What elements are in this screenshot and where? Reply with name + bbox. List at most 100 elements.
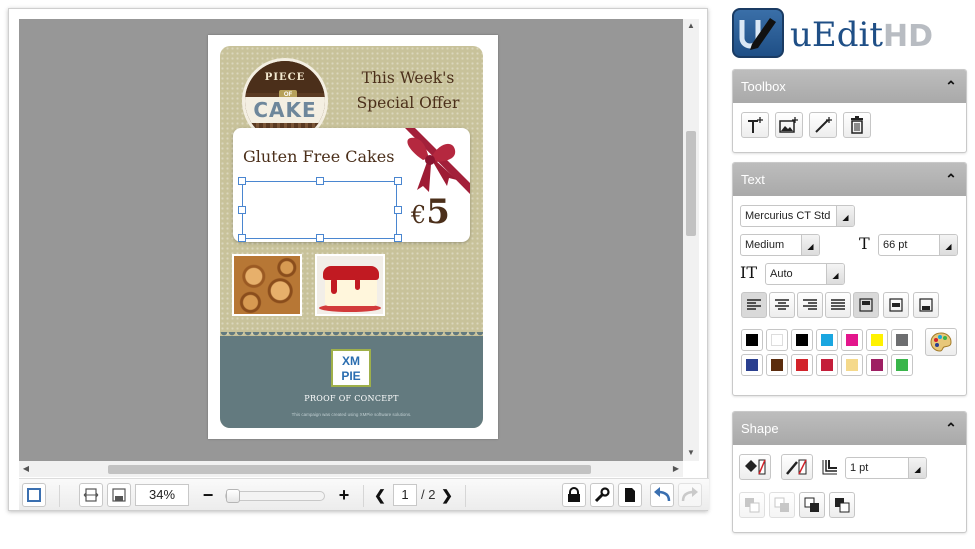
canvas-viewport[interactable]: PIECE OF CAKE This Week's Special Offer … [19, 19, 683, 461]
color-swatch[interactable] [891, 354, 913, 376]
resize-handle[interactable] [238, 206, 246, 214]
selection-frame[interactable] [238, 177, 402, 242]
product-name-text[interactable]: Gluten Free Cakes [243, 147, 413, 166]
fit-height-button[interactable] [107, 483, 131, 507]
align-right-button[interactable] [797, 292, 823, 318]
vertical-scrollbar[interactable]: ▲ ▼ [683, 19, 699, 461]
fit-page-icon [27, 488, 41, 502]
paint-bucket-icon [745, 459, 766, 475]
font-family-select[interactable]: Mercurius CT Std ◢ [740, 205, 855, 227]
brand-suffix: HD [883, 19, 934, 54]
vertical-scroll-thumb[interactable] [686, 131, 696, 236]
horizontal-scrollbar[interactable]: ◀ ▶ [19, 461, 683, 477]
offer-line-1: This Week's [361, 69, 455, 87]
scroll-right-arrow-icon[interactable]: ▶ [669, 461, 683, 477]
proof-of-concept-text[interactable]: PROOF OF CONCEPT [220, 394, 483, 403]
small-print-text[interactable]: This campaign was created using XMPie so… [220, 412, 483, 417]
fit-width-button[interactable] [79, 483, 103, 507]
fill-color-button[interactable] [739, 454, 771, 480]
font-weight-select[interactable]: Medium ◢ [740, 234, 820, 256]
add-text-button[interactable] [741, 112, 769, 138]
color-swatch[interactable] [791, 329, 813, 351]
price-text[interactable]: €5 [411, 192, 450, 232]
leading-value: Auto [770, 268, 793, 280]
valign-middle-button[interactable] [883, 292, 909, 318]
stroke-width-select[interactable]: 1 pt ◢ [845, 457, 927, 479]
color-swatch[interactable] [866, 329, 888, 351]
zoom-in-button[interactable]: + [335, 484, 353, 506]
zoom-slider-knob[interactable] [226, 489, 240, 503]
xmpie-logo-line2: PIE [341, 369, 361, 383]
color-swatch[interactable] [841, 329, 863, 351]
add-line-button[interactable] [809, 112, 837, 138]
zoom-level-field[interactable]: 34% [135, 484, 189, 506]
previous-page-button[interactable]: ❮ [373, 484, 387, 506]
settings-button[interactable] [590, 483, 614, 507]
lock-button[interactable] [562, 483, 586, 507]
scroll-down-arrow-icon[interactable]: ▼ [683, 446, 699, 460]
color-swatch[interactable] [791, 354, 813, 376]
color-swatch[interactable] [741, 329, 763, 351]
cinnamon-rolls-photo[interactable] [232, 254, 302, 316]
align-left-button[interactable] [741, 292, 767, 318]
color-swatch[interactable] [841, 354, 863, 376]
color-swatch[interactable] [891, 329, 913, 351]
bring-to-front-button[interactable] [739, 492, 765, 518]
horizontal-scroll-thumb[interactable] [108, 465, 591, 474]
color-swatch[interactable] [766, 354, 788, 376]
color-picker-button[interactable] [925, 328, 957, 356]
valign-middle-icon [889, 298, 903, 312]
cheesecake-photo[interactable] [315, 254, 385, 316]
font-size-select[interactable]: 66 pt ◢ [878, 234, 958, 256]
redo-button[interactable] [678, 483, 702, 507]
shape-panel-header[interactable]: Shape ⌃ [733, 412, 966, 445]
next-page-button[interactable]: ❯ [440, 484, 454, 506]
page-number-field[interactable]: 1 [393, 484, 417, 506]
resize-handle[interactable] [394, 234, 402, 242]
zoom-out-button[interactable]: − [199, 484, 217, 506]
toolbox-panel-title: Toolbox [741, 79, 786, 94]
color-swatch[interactable] [766, 329, 788, 351]
fit-page-button[interactable] [22, 483, 46, 507]
stroke-width-icon [822, 460, 837, 475]
add-image-button[interactable] [775, 112, 803, 138]
resize-handle[interactable] [316, 177, 324, 185]
undo-button[interactable] [650, 483, 674, 507]
resize-handle[interactable] [238, 234, 246, 242]
redo-icon [681, 487, 698, 502]
resize-handle[interactable] [238, 177, 246, 185]
offer-headline[interactable]: This Week's Special Offer [338, 66, 478, 116]
undo-icon [654, 487, 671, 502]
delete-button[interactable] [843, 112, 871, 138]
justify-button[interactable] [825, 292, 851, 318]
stroke-color-button[interactable] [781, 454, 813, 480]
bring-forward-button[interactable] [769, 492, 795, 518]
resize-handle[interactable] [394, 206, 402, 214]
document-button[interactable] [618, 483, 642, 507]
collapse-icon[interactable]: ⌃ [944, 163, 958, 196]
chevron-down-icon: ◢ [939, 235, 957, 255]
color-swatch[interactable] [816, 329, 838, 351]
valign-bottom-button[interactable] [913, 292, 939, 318]
color-swatch[interactable] [816, 354, 838, 376]
color-swatch[interactable] [741, 354, 763, 376]
swatch-fill [846, 334, 858, 346]
send-to-back-button[interactable] [829, 492, 855, 518]
zoom-slider[interactable] [225, 489, 325, 503]
collapse-icon[interactable]: ⌃ [944, 70, 958, 103]
resize-handle[interactable] [394, 177, 402, 185]
offer-line-2: Special Offer [356, 94, 460, 112]
scroll-left-arrow-icon[interactable]: ◀ [19, 461, 33, 477]
valign-top-button[interactable] [853, 292, 879, 318]
resize-handle[interactable] [316, 234, 324, 242]
align-center-button[interactable] [769, 292, 795, 318]
leading-select[interactable]: Auto ◢ [765, 263, 845, 285]
collapse-icon[interactable]: ⌃ [944, 412, 958, 445]
toolbox-panel-header[interactable]: Toolbox ⌃ [733, 70, 966, 103]
send-backward-button[interactable] [799, 492, 825, 518]
text-panel-header[interactable]: Text ⌃ [733, 163, 966, 196]
scroll-up-arrow-icon[interactable]: ▲ [683, 19, 699, 33]
chevron-down-icon: ◢ [908, 458, 926, 478]
text-panel-title: Text [741, 172, 765, 187]
color-swatch[interactable] [866, 354, 888, 376]
